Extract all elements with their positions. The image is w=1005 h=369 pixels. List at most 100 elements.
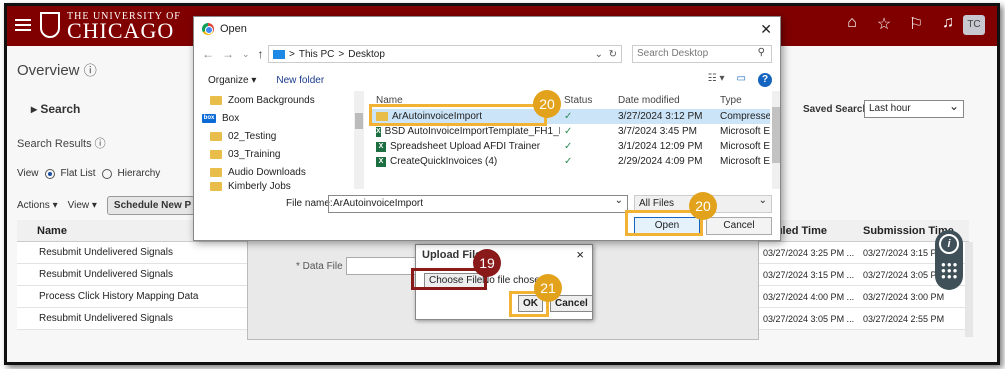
- sync-status-icon: ✓: [564, 141, 573, 152]
- date-modified-column-header[interactable]: Date modified: [614, 95, 716, 106]
- grid-dots-icon[interactable]: ●●● ●●● ●●●: [941, 261, 959, 281]
- file-type: Compressed: [720, 111, 770, 122]
- nav-item[interactable]: 02_Testing: [202, 127, 360, 145]
- actions-label: Actions: [17, 200, 50, 211]
- actions-menu[interactable]: Actions ▾: [17, 200, 58, 211]
- data-file-field[interactable]: [346, 257, 416, 275]
- favorite-star-icon[interactable]: ☆: [875, 14, 893, 34]
- file-row[interactable]: X CreateQuickInvoices (4) ✓ 2/29/2024 4:0…: [370, 154, 770, 169]
- breadcrumb-this-pc[interactable]: This PC: [299, 49, 335, 60]
- step-badge-19: 19: [473, 249, 501, 277]
- nav-item[interactable]: box Box: [202, 109, 360, 127]
- scheduled-time: 03/27/2024 3:25 PM ...: [763, 248, 855, 258]
- file-date: 2/29/2024 4:09 PM: [618, 156, 703, 167]
- sync-status-icon: ✓: [564, 156, 573, 167]
- box-icon: box: [202, 113, 216, 123]
- info-icon[interactable]: i: [939, 234, 959, 254]
- preview-pane-icon[interactable]: ▭: [737, 73, 746, 87]
- flat-list-radio[interactable]: [44, 168, 55, 179]
- view-options-icon[interactable]: ☷ ▾: [708, 73, 725, 87]
- folder-icon: [210, 149, 222, 159]
- this-pc-icon: [273, 49, 285, 59]
- table-row[interactable]: Resubmit Undelivered Signals: [17, 264, 247, 286]
- flag-icon[interactable]: ⚐: [907, 14, 925, 34]
- address-bar[interactable]: > This PC > Desktop ⌄ ↻: [268, 45, 622, 63]
- folder-icon: [210, 181, 222, 191]
- table-row[interactable]: 03/27/2024 3:05 PM ... 03/27/2024 2:55 PM: [759, 308, 969, 330]
- university-crest-icon: [40, 12, 60, 38]
- dialog-command-bar: Organize ▾ New folder ☷ ▾ ▭ ?: [194, 69, 780, 91]
- step-badge-20: 20: [533, 90, 561, 118]
- nav-item[interactable]: Audio Downloads: [202, 163, 360, 181]
- menu-icon[interactable]: [15, 16, 31, 32]
- organize-menu[interactable]: Organize ▾: [208, 75, 256, 86]
- folder-icon: [210, 131, 222, 141]
- search-input[interactable]: Search Desktop: [632, 45, 772, 63]
- history-chevron-icon[interactable]: ⌄: [242, 49, 250, 60]
- up-arrow-icon[interactable]: ↑: [258, 47, 264, 61]
- file-row[interactable]: X Spreadsheet Upload AFDI Trainer ✓ 3/1/2…: [370, 139, 770, 154]
- scheduled-time: 03/27/2024 3:05 PM ...: [763, 314, 855, 324]
- scroll-thumb[interactable]: [355, 113, 363, 129]
- file-type: Microsoft Exc: [720, 126, 770, 137]
- help-icon[interactable]: ⓘ: [95, 138, 106, 150]
- page-title-text: Overview: [17, 62, 80, 79]
- chrome-icon: [202, 23, 214, 35]
- hierarchy-radio[interactable]: [101, 168, 112, 179]
- scheduled-time: 03/27/2024 4:00 PM ...: [763, 292, 855, 302]
- excel-file-icon: X: [376, 126, 381, 137]
- sync-status-icon: ✓: [564, 126, 573, 137]
- new-folder-button[interactable]: New folder: [276, 75, 324, 86]
- nav-item[interactable]: Kimberly Jobs: [202, 181, 360, 191]
- scheduled-time: 03/27/2024 3:15 PM ...: [763, 270, 855, 280]
- view-controls: ☷ ▾ ▭ ?: [708, 73, 772, 87]
- cancel-button[interactable]: Cancel: [706, 217, 772, 235]
- nav-item[interactable]: 03_Training: [202, 145, 360, 163]
- breadcrumb-desktop[interactable]: Desktop: [348, 49, 385, 60]
- view-menu[interactable]: View ▾: [68, 200, 97, 211]
- refresh-icon[interactable]: ⌄ ↻: [595, 49, 617, 60]
- dialog-title: Open: [220, 23, 247, 35]
- file-row[interactable]: X BSD AutoInvoiceImportTemplate_FH1_Ba...…: [370, 124, 770, 139]
- table-row[interactable]: Process Click History Mapping Data: [17, 286, 247, 308]
- path-separator: >: [289, 48, 295, 60]
- file-type: Microsoft Exc: [720, 156, 770, 167]
- sync-status-icon: ✓: [564, 111, 573, 122]
- nav-item-label: Kimberly Jobs: [228, 181, 291, 191]
- close-icon[interactable]: ×: [576, 247, 584, 262]
- close-icon[interactable]: ✕: [760, 21, 772, 38]
- schedule-new-process-button[interactable]: Schedule New P: [106, 196, 199, 215]
- type-column-header[interactable]: Type: [716, 95, 770, 106]
- nav-item[interactable]: Zoom Backgrounds: [202, 91, 360, 109]
- table-row[interactable]: Resubmit Undelivered Signals: [17, 308, 247, 330]
- avatar[interactable]: TC: [963, 15, 985, 35]
- search-label: Search: [40, 102, 81, 116]
- excel-file-icon: X: [376, 156, 386, 167]
- view-label: View: [17, 168, 39, 179]
- forward-arrow-icon[interactable]: →: [222, 47, 234, 61]
- file-name-input[interactable]: ArAutoinvoiceImport: [328, 195, 628, 213]
- navigation-scrollbar[interactable]: [354, 91, 364, 189]
- page-title: Overview ⓘ: [17, 60, 97, 79]
- view-options: View Flat List Hierarchy: [17, 168, 160, 179]
- nav-item-label: 02_Testing: [228, 130, 277, 142]
- status-column-header[interactable]: Status: [560, 95, 614, 106]
- home-icon[interactable]: ⌂: [843, 14, 861, 34]
- file-date: 3/1/2024 12:09 PM: [618, 141, 703, 152]
- back-arrow-icon[interactable]: ←: [202, 47, 214, 61]
- table-toolbar: Actions ▾ View ▾ Schedule New P: [17, 196, 199, 215]
- info-floating-widget[interactable]: i ●●● ●●● ●●●: [935, 230, 963, 290]
- table-scrollbar[interactable]: [965, 242, 973, 337]
- saved-search-select[interactable]: Last hour: [864, 99, 964, 118]
- file-type: Microsoft Exc: [720, 141, 770, 152]
- file-list-scrollbar[interactable]: [772, 91, 780, 189]
- notifications-bell-icon[interactable]: ♫: [939, 14, 957, 34]
- table-row[interactable]: 03/27/2024 4:00 PM ... 03/27/2024 3:00 PM: [759, 286, 969, 308]
- help-icon[interactable]: ?: [758, 73, 772, 87]
- search-results-label: Search Results: [17, 138, 92, 150]
- help-icon[interactable]: ⓘ: [84, 63, 97, 78]
- hierarchy-label: Hierarchy: [117, 168, 161, 179]
- search-section-toggle[interactable]: ▸ Search: [31, 102, 80, 116]
- scroll-thumb[interactable]: [772, 107, 780, 163]
- table-row[interactable]: Resubmit Undelivered Signals: [17, 242, 247, 264]
